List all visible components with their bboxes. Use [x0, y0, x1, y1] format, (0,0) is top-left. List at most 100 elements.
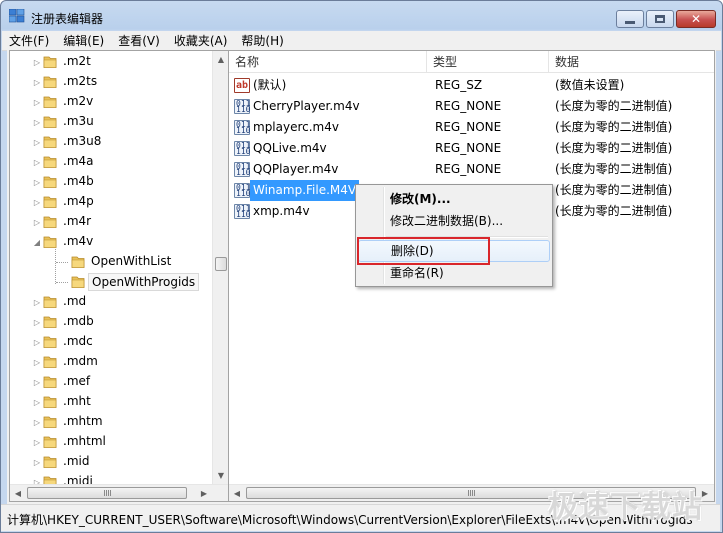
list-item[interactable]: 011 110 CherryPlayer.m4v REG_NONE (长度为零的二进制… — [229, 96, 714, 117]
tree-item[interactable]: OpenWithProgids — [10, 272, 210, 292]
expand-arrow-icon[interactable]: ▷ — [33, 438, 41, 447]
value-name: QQPlayer.m4v — [253, 162, 339, 176]
tree-item[interactable]: ▷ .mdb — [10, 312, 210, 332]
scroll-left-icon[interactable]: ◀ — [229, 485, 245, 501]
tree-horizontal-scrollbar[interactable]: ◀ ▶ — [10, 484, 229, 501]
value-data: (长度为零的二进制值) — [555, 162, 673, 176]
tree-vertical-scrollbar[interactable]: ▲ ▼ — [212, 51, 229, 484]
value-data: (长度为零的二进制值) — [555, 120, 673, 134]
registry-key-tree[interactable]: ▷ .m2t ▷ .m2ts ▷ .m2v ▷ .m3u ▷ .m3u8 ▷ .m4a ▷ .m4b ▷ .m… — [9, 50, 230, 502]
grip-icon — [467, 490, 475, 496]
expand-arrow-icon[interactable]: ▷ — [33, 358, 41, 367]
context-menu-modify[interactable]: 修改(M)... — [358, 188, 550, 210]
folder-icon — [43, 56, 57, 68]
expand-arrow-icon[interactable]: ▷ — [33, 78, 41, 87]
expand-arrow-icon[interactable]: ▷ — [33, 198, 41, 207]
scroll-up-icon[interactable]: ▲ — [213, 51, 229, 68]
menu-file[interactable]: 文件(F) — [2, 31, 56, 51]
context-menu-modify-binary[interactable]: 修改二进制数据(B)... — [358, 210, 550, 232]
expand-arrow-icon[interactable]: ▷ — [33, 378, 41, 387]
tree-scroll-thumb[interactable] — [215, 257, 227, 271]
menu-bar: 文件(F) 编辑(E) 查看(V) 收藏夹(A) 帮助(H) — [2, 31, 721, 51]
window-title: 注册表编辑器 — [31, 12, 104, 26]
tree-item[interactable]: ▷ .m2v — [10, 92, 210, 112]
tree-item[interactable]: ◢ .m4v — [10, 232, 210, 252]
scroll-right-icon[interactable]: ▶ — [196, 485, 212, 501]
binary-value-icon: 011 110 — [234, 162, 251, 177]
close-button[interactable]: ✕ — [676, 10, 716, 28]
tree-item-label: .m2v — [63, 94, 94, 108]
column-header-type[interactable]: 类型 — [427, 51, 549, 73]
collapse-arrow-icon[interactable]: ◢ — [33, 238, 41, 247]
value-name: QQLive.m4v — [253, 141, 327, 155]
tree-item-label: .mid — [63, 454, 90, 468]
tree-item[interactable]: ▷ .m4a — [10, 152, 210, 172]
menu-view[interactable]: 查看(V) — [111, 31, 167, 51]
expand-arrow-icon[interactable]: ▷ — [33, 318, 41, 327]
expand-arrow-icon[interactable]: ▷ — [33, 178, 41, 187]
tree-item-label: .mdb — [63, 314, 94, 328]
expand-arrow-icon[interactable]: ▷ — [33, 338, 41, 347]
scroll-left-icon[interactable]: ◀ — [10, 485, 26, 501]
tree-item-label: .mht — [63, 394, 91, 408]
expand-arrow-icon[interactable]: ▷ — [33, 58, 41, 67]
tree-item[interactable]: ▷ .m2ts — [10, 72, 210, 92]
title-bar[interactable]: 注册表编辑器 ✕ — [1, 1, 722, 31]
binary-value-icon: 011 110 — [234, 99, 251, 114]
expand-arrow-icon[interactable]: ▷ — [33, 98, 41, 107]
tree-item[interactable]: ▷ .m4r — [10, 212, 210, 232]
tree-item[interactable]: ▷ .m4b — [10, 172, 210, 192]
column-header-data[interactable]: 数据 — [549, 51, 714, 73]
tree-item-label: .mhtm — [63, 414, 103, 428]
tree-item[interactable]: ▷ .mdm — [10, 352, 210, 372]
tree-item[interactable]: ▷ .m4p — [10, 192, 210, 212]
binary-value-icon: 011 110 — [234, 204, 251, 219]
tree-connector-line — [55, 249, 56, 284]
expand-arrow-icon[interactable]: ▷ — [33, 298, 41, 307]
menu-edit[interactable]: 编辑(E) — [56, 31, 111, 51]
expand-arrow-icon[interactable]: ▷ — [33, 458, 41, 467]
maximize-button[interactable] — [646, 10, 674, 28]
expand-arrow-icon[interactable]: ▷ — [33, 418, 41, 427]
list-item[interactable]: ab (默认) REG_SZ (数值未设置) — [229, 75, 714, 96]
tree-item[interactable]: ▷ .m2t — [10, 52, 210, 72]
column-header-name[interactable]: 名称 — [229, 51, 427, 73]
context-menu-rename[interactable]: 重命名(R) — [358, 262, 550, 284]
tree-item-label: .m3u — [63, 114, 94, 128]
tree-item[interactable]: ▷ .m3u — [10, 112, 210, 132]
menu-favorites[interactable]: 收藏夹(A) — [167, 31, 235, 51]
expand-arrow-icon[interactable]: ▷ — [33, 118, 41, 127]
tree-item-label: .m2ts — [63, 74, 98, 88]
expand-arrow-icon[interactable]: ▷ — [33, 398, 41, 407]
grip-icon — [103, 490, 111, 496]
value-data: (长度为零的二进制值) — [555, 99, 673, 113]
tree-item[interactable]: ▷ .md — [10, 292, 210, 312]
string-value-icon: ab — [234, 78, 250, 93]
expand-arrow-icon[interactable]: ▷ — [33, 138, 41, 147]
tree-item[interactable]: ▷ .mef — [10, 372, 210, 392]
tree-item[interactable]: ▷ .mhtm — [10, 412, 210, 432]
minimize-button[interactable] — [616, 10, 644, 28]
tree-item[interactable]: ▷ .mid — [10, 452, 210, 472]
list-item[interactable]: 011 110 QQPlayer.m4v REG_NONE (长度为零的二进制值) — [229, 159, 714, 180]
list-header: 名称 类型 数据 — [229, 51, 714, 73]
folder-icon — [43, 216, 57, 228]
scroll-down-icon[interactable]: ▼ — [213, 467, 229, 484]
tree-item[interactable]: OpenWithList — [10, 252, 210, 272]
tree-item[interactable]: ▷ .mdc — [10, 332, 210, 352]
menu-help[interactable]: 帮助(H) — [234, 31, 290, 51]
tree-item[interactable]: ▷ .m3u8 — [10, 132, 210, 152]
folder-icon — [71, 276, 85, 288]
folder-icon — [43, 196, 57, 208]
list-item[interactable]: 011 110 mplayerc.m4v REG_NONE (长度为零的二进制值) — [229, 117, 714, 138]
value-type: REG_NONE — [435, 162, 502, 176]
tree-hscroll-thumb[interactable] — [27, 487, 187, 499]
folder-icon — [43, 336, 57, 348]
expand-arrow-icon[interactable]: ▷ — [33, 218, 41, 227]
tree-item[interactable]: ▷ .mhtml — [10, 432, 210, 452]
folder-icon — [43, 356, 57, 368]
watermark-logo: 极速下载站 — [548, 490, 703, 525]
tree-item[interactable]: ▷ .mht — [10, 392, 210, 412]
list-item[interactable]: 011 110 QQLive.m4v REG_NONE (长度为零的二进制值) — [229, 138, 714, 159]
expand-arrow-icon[interactable]: ▷ — [33, 158, 41, 167]
